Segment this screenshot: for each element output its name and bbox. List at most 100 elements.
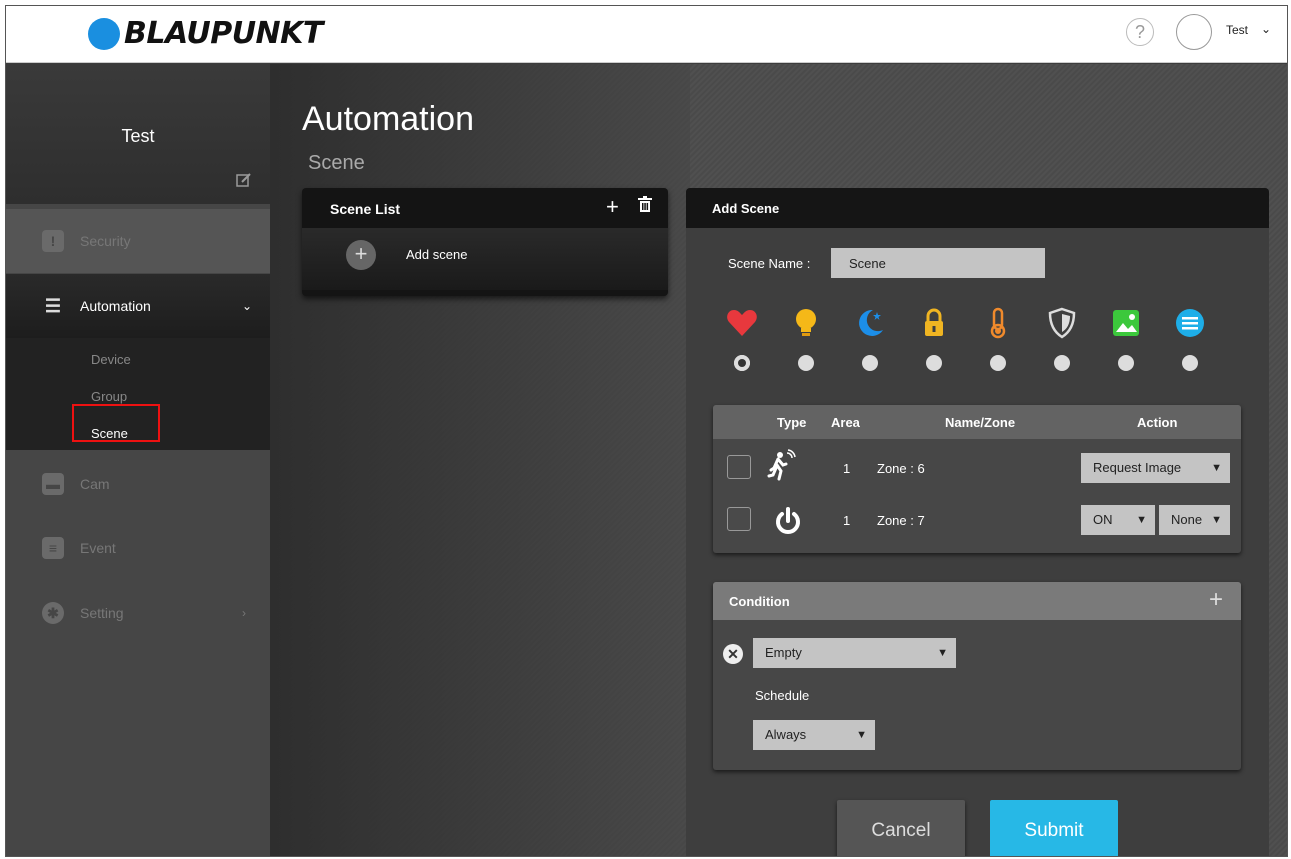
gear-icon: ✱ <box>42 602 64 624</box>
scene-icon-picker <box>722 306 1242 376</box>
sidebar-user-name: Test <box>121 126 155 146</box>
row-zone: Zone : 7 <box>877 513 925 528</box>
plus-circle-icon[interactable]: + <box>346 240 376 270</box>
col-area: Area <box>831 415 860 430</box>
dropdown-arrow-icon: ▼ <box>1211 462 1222 474</box>
logo-dot <box>88 17 120 50</box>
icon-radio[interactable] <box>798 355 814 371</box>
heart-option[interactable] <box>722 306 762 371</box>
condition-select-value: Empty <box>765 645 802 660</box>
highlight-box <box>72 404 160 442</box>
lock-option[interactable] <box>914 306 954 371</box>
add-scene-label[interactable]: Add scene <box>406 247 467 262</box>
menu-option[interactable] <box>1170 306 1210 371</box>
sidebar-item-label: Security <box>80 233 131 249</box>
thermometer-icon <box>990 307 1006 339</box>
submenu-device[interactable]: Device <box>91 352 131 367</box>
sidebar-item-label: Event <box>80 540 116 556</box>
chevron-down-icon: ⌄ <box>242 299 253 313</box>
trash-icon[interactable] <box>638 196 652 212</box>
menu-icon <box>1176 309 1204 337</box>
table-header: Type Area Name/Zone Action <box>713 405 1241 439</box>
row-checkbox[interactable] <box>727 455 751 479</box>
edit-icon[interactable] <box>236 172 252 188</box>
row-zone: Zone : 6 <box>877 461 925 476</box>
scene-list-panel: Scene List + + Add scene <box>302 188 668 296</box>
icon-radio[interactable] <box>990 355 1006 371</box>
submit-button[interactable]: Submit <box>990 800 1118 856</box>
icon-radio-selected[interactable] <box>734 355 750 371</box>
lock-icon <box>925 308 943 336</box>
moon-icon <box>859 309 883 336</box>
action-select[interactable]: Request Image ▼ <box>1081 453 1230 483</box>
dropdown-arrow-icon: ▼ <box>1136 514 1147 526</box>
bulb-icon <box>796 309 816 336</box>
icon-radio[interactable] <box>862 355 878 371</box>
page-title: Automation <box>302 100 474 138</box>
condition-select[interactable]: Empty ▼ <box>753 638 956 668</box>
power-icon <box>773 505 803 540</box>
submenu-group[interactable]: Group <box>91 389 127 404</box>
icon-radio[interactable] <box>1182 355 1198 371</box>
schedule-select[interactable]: Always ▼ <box>753 720 875 750</box>
picture-option[interactable] <box>1106 306 1146 371</box>
action-on-select[interactable]: ON ▼ <box>1081 505 1155 535</box>
cancel-button[interactable]: Cancel <box>837 800 965 856</box>
add-condition-icon[interactable]: + <box>1209 586 1223 614</box>
shield-option[interactable] <box>1042 306 1082 371</box>
action-select-value: None <box>1171 512 1203 527</box>
moon-option[interactable] <box>850 306 890 371</box>
sidebar-item-label: Automation <box>80 298 151 314</box>
add-scene-panel: Add Scene Scene Name : Scene Type Area N… <box>686 188 1269 856</box>
dropdown-arrow-icon: ▼ <box>856 729 867 741</box>
scene-name-input[interactable] <box>831 248 1045 278</box>
motion-icon <box>767 449 801 486</box>
camera-icon: ▬ <box>42 473 64 495</box>
thermometer-option[interactable] <box>978 306 1018 371</box>
sliders-icon: ☰ <box>44 296 62 316</box>
help-button[interactable]: ? <box>1126 18 1154 46</box>
bulb-option[interactable] <box>786 306 826 371</box>
add-icon[interactable]: + <box>606 194 619 220</box>
sidebar-item-automation[interactable]: ☰ Automation ⌄ <box>6 274 270 338</box>
sidebar: Test ! Security ☰ Automation ⌄ Device Gr… <box>6 64 270 856</box>
action-select-value: ON <box>1093 512 1113 527</box>
sidebar-item-event[interactable]: ≡ Event <box>6 516 270 580</box>
sidebar-profile: Test <box>6 64 270 204</box>
page-subtitle: Scene <box>308 152 365 174</box>
sidebar-item-security[interactable]: ! Security <box>6 209 270 273</box>
icon-radio[interactable] <box>926 355 942 371</box>
condition-title: Condition <box>729 594 790 609</box>
picture-icon <box>1113 310 1139 336</box>
scene-name-label: Scene Name : <box>728 256 811 271</box>
row-area: 1 <box>843 461 851 476</box>
action-table: Type Area Name/Zone Action 1 Zone : 6 Re… <box>713 405 1241 553</box>
row-checkbox[interactable] <box>727 507 751 531</box>
heart-icon <box>727 310 757 336</box>
action-select-value: Request Image <box>1093 460 1182 475</box>
main-content: Automation Scene Scene List + + Add scen… <box>270 64 1287 856</box>
brand-name: BLAUPUNKT <box>124 16 323 51</box>
schedule-label: Schedule <box>755 688 810 703</box>
icon-radio[interactable] <box>1118 355 1134 371</box>
col-type: Type <box>777 415 807 430</box>
schedule-select-value: Always <box>765 727 807 742</box>
dropdown-arrow-icon: ▼ <box>1211 514 1222 526</box>
icon-radio[interactable] <box>1054 355 1070 371</box>
user-menu-label[interactable]: Test <box>1226 23 1248 37</box>
col-name-zone: Name/Zone <box>945 415 1016 430</box>
sidebar-item-setting[interactable]: ✱ Setting › <box>6 581 270 645</box>
chevron-down-icon[interactable]: ⌄ <box>1261 22 1271 36</box>
avatar[interactable] <box>1176 14 1212 50</box>
condition-panel: Condition + ✕ Empty ▼ Schedule Always ▼ <box>713 582 1241 770</box>
chevron-right-icon: › <box>242 606 246 620</box>
sidebar-item-cam[interactable]: ▬ Cam <box>6 452 270 516</box>
app-window: BLAUPUNKT ? Test ⌄ Test ! Security ☰ Aut… <box>5 5 1288 857</box>
brand-logo: BLAUPUNKT <box>88 16 323 51</box>
sidebar-item-label: Setting <box>80 605 124 621</box>
action-none-select[interactable]: None ▼ <box>1159 505 1230 535</box>
add-scene-row[interactable]: + Add scene <box>302 228 668 290</box>
remove-condition-icon[interactable]: ✕ <box>723 644 743 664</box>
top-bar: BLAUPUNKT ? Test ⌄ <box>6 6 1287 63</box>
col-action: Action <box>1137 415 1178 430</box>
